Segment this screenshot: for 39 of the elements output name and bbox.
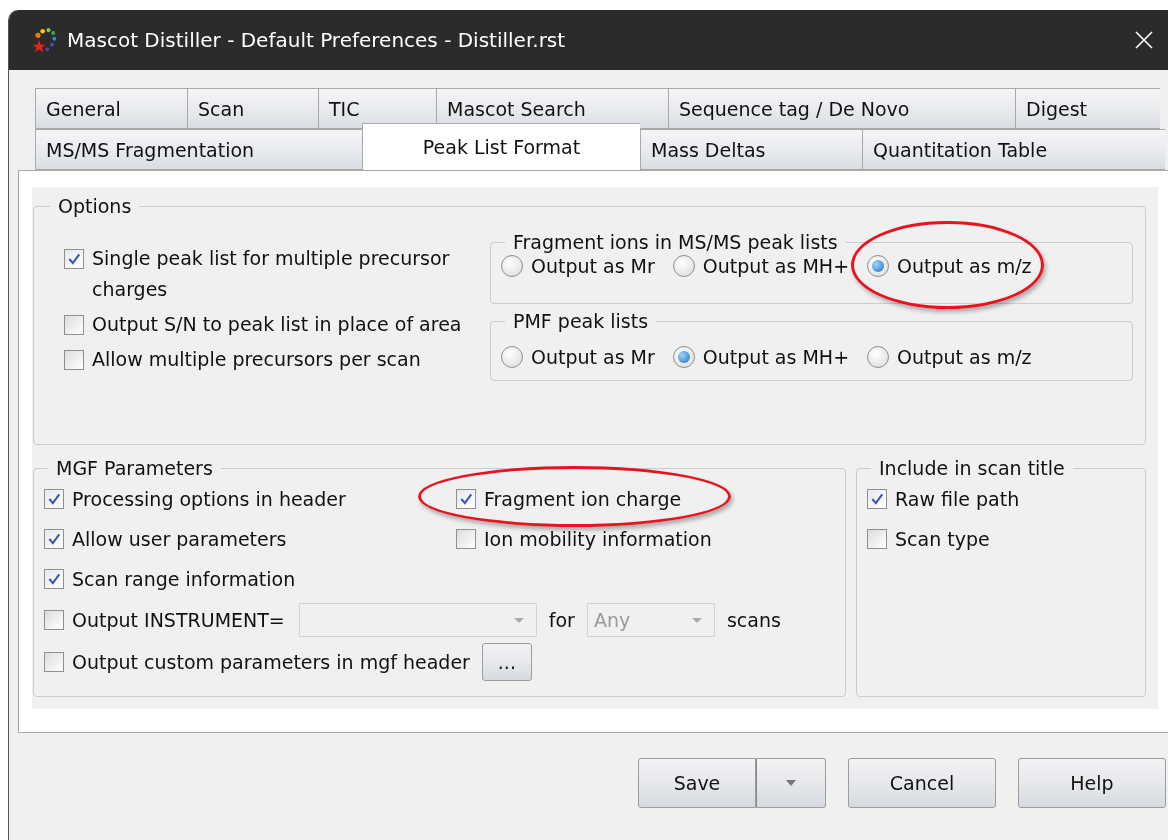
checkbox-label: Allow multiple precursors per scan	[92, 347, 421, 372]
radio-label: Output as MH+	[702, 345, 850, 370]
radio-label: Output as m/z	[897, 345, 1032, 370]
radio-label: Output as Mr	[531, 345, 655, 370]
save-button[interactable]: Save	[638, 758, 756, 808]
checkbox-label: Allow user parameters	[72, 527, 287, 552]
checkbox-label: Output S/N to peak list in place of area	[92, 312, 462, 337]
group-title: PMF peak lists	[512, 310, 650, 332]
browse-button[interactable]: ...	[481, 643, 532, 681]
checkbox-label: Scan range information	[72, 567, 296, 592]
checkbox-label: Single peak list for multiple precursor charges	[92, 246, 451, 302]
checkbox-label: Processing options in header	[72, 487, 346, 512]
tab[interactable]: MS/MS Fragmentation	[35, 129, 362, 170]
checkbox-label: Scan type	[895, 527, 990, 552]
window-title: Mascot Distiller - Default Preferences - Distiller.rst	[67, 28, 567, 52]
checkbox-label: Output INSTRUMENT=	[72, 608, 285, 633]
radio-label: Output as Mr	[531, 254, 655, 279]
tab[interactable]: General	[35, 88, 187, 129]
help-button[interactable]: Help	[1018, 758, 1166, 808]
checkbox-label: Raw file path	[895, 487, 1020, 512]
checkbox-label: Output custom parameters in mgf header	[72, 650, 470, 675]
cancel-button[interactable]: Cancel	[848, 758, 996, 808]
tab[interactable]: Mass Deltas	[640, 129, 862, 170]
tab[interactable]: TIC	[318, 88, 436, 129]
group-title: Options	[57, 195, 133, 217]
group-title: MGF Parameters	[55, 457, 214, 479]
tab[interactable]: Sequence tag / De Novo	[668, 88, 1015, 129]
radio-label: Output as MH+	[702, 254, 850, 279]
tab[interactable]: Digest	[1015, 88, 1160, 129]
checkbox-label: Fragment ion charge	[484, 487, 682, 512]
tab[interactable]: Scan	[187, 88, 318, 129]
checkbox-label: Ion mobility information	[484, 527, 712, 552]
scans-label: scans	[726, 609, 781, 631]
group-title: Fragment ions in MS/MS peak lists	[512, 231, 839, 253]
for-label: for	[548, 609, 575, 631]
group-title: Include in scan title	[878, 457, 1066, 479]
tab[interactable]: Peak List Format	[362, 123, 640, 170]
tab[interactable]: Quantitation Table	[862, 129, 1165, 170]
radio-label: Output as m/z	[897, 254, 1032, 279]
